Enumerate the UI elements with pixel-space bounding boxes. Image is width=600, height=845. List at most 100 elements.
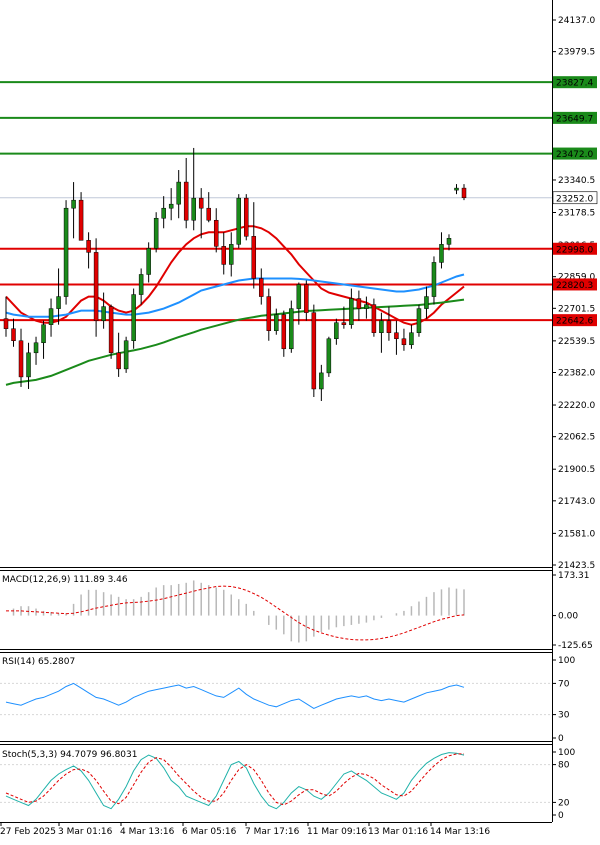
rsi-tick-label-0: 100 [558,656,575,666]
candle-body-0 [3,318,9,329]
candle-body-45 [341,322,347,325]
candle-17 [131,288,136,349]
candle-body-13 [101,306,106,321]
candle-body-58 [439,244,444,263]
candle-body-39 [296,284,302,309]
price-tick-label-16: 21581.0 [558,529,595,539]
price-tick-label-17: 21423.5 [558,561,595,571]
candle-43 [326,336,332,377]
candle-body-26 [198,197,204,209]
price-tick-label-14: 21900.5 [558,465,595,475]
candle-38 [289,300,294,353]
stoch-tick-label-2: 20 [558,798,570,808]
price-tick-label-1: 23979.5 [558,48,595,58]
candle-body-21 [161,207,166,219]
candle-32 [244,194,249,241]
price-tick-label-12: 22220.0 [558,401,595,411]
candle-8 [63,200,69,305]
rsi-title: RSI(14) 65.2807 [2,657,75,667]
candle-31 [236,194,242,249]
current-price-label: 23252.0 [556,194,593,204]
time-label-4: 7 Mar 17:16 [245,827,300,837]
candle-body-10 [78,199,84,241]
green-level-label-3: 23472.0 [556,150,593,160]
candle-16 [123,336,129,373]
candle-body-5 [41,324,46,344]
candle-body-57 [431,262,437,297]
candle-body-29 [221,246,226,265]
candle-20 [153,212,159,253]
candle-body-25 [191,197,196,221]
time-label-7: 14 Mar 13:16 [430,827,490,837]
rsi-tick-label-1: 70 [558,679,570,689]
stoch-title: Stoch(5,3,3) 94.7079 96.8031 [2,750,137,760]
candle-body-41 [311,312,317,390]
candle-body-7 [56,296,61,309]
candle-body-17 [131,294,136,342]
green-level-label-2: 23649.7 [556,114,593,124]
candle-body-24 [183,181,189,221]
candle-body-40 [304,284,309,313]
candle-55 [416,304,422,337]
candle-body-53 [401,338,407,346]
time-label-3: 6 Mar 05:16 [182,827,237,837]
stoch-tick-label-1: 80 [558,761,570,771]
candle-body-16 [123,340,129,370]
candle-body-28 [213,219,219,247]
chart-root: 24137.023979.523814.623649.723472.023340… [0,0,600,841]
time-label-1: 3 Mar 01:16 [58,827,113,837]
candle-body-54 [409,332,414,346]
candle-body-11 [86,240,91,253]
candle-body-36 [274,314,279,331]
candle-body-9 [71,199,76,209]
level-labels: 23827.4 23649.7 23472.0 22998.0 22820.3 … [552,76,598,327]
candle-body-3 [26,352,31,378]
time-label-6: 13 Mar 01:16 [368,827,428,837]
macd-tick-label-2: -125.65 [558,641,593,651]
candle-body-8 [63,207,69,297]
red-level-label-2: 22820.3 [556,281,593,291]
candle-body-2 [18,340,24,378]
price-tick-label-0: 24137.0 [558,16,595,26]
price-tick-label-6: 23178.5 [558,209,595,219]
candle-body-12 [93,252,99,321]
candle-body-20 [153,217,159,249]
candle-body-42 [319,372,324,390]
candle-body-56 [424,296,429,309]
candle-body-46 [349,298,354,325]
candle-body-50 [379,320,384,333]
candle-body-61 [461,187,467,199]
price-tick-label-10: 22539.5 [558,337,595,347]
candle-body-30 [228,244,234,265]
candle-body-15 [116,352,121,370]
candle-body-47 [356,298,362,309]
time-label-0: 27 Feb 2025 [0,827,56,837]
candle-body-33 [251,236,257,279]
candle-41 [311,304,317,397]
macd-title: MACD(12,26,9) 111.89 3.46 [2,575,128,585]
candle-body-4 [33,342,39,354]
time-label-5: 11 Mar 09:16 [307,827,367,837]
macd-tick-label-1: 0.00 [558,612,578,622]
candle-body-31 [236,197,242,245]
candle-body-44 [334,322,339,339]
candle-body-59 [446,238,452,245]
candle-body-52 [394,332,399,339]
candle-body-49 [371,304,377,333]
candle-14 [108,304,114,359]
candle-body-35 [266,296,272,331]
price-tick-label-9: 22701.5 [558,304,595,314]
candle-body-23 [176,181,181,205]
candle-body-34 [259,278,264,297]
candle-body-43 [326,338,332,374]
candle-body-55 [416,308,422,333]
chart-svg: 24137.023979.523814.623649.723472.023340… [0,0,600,841]
price-tick-label-11: 22382.0 [558,368,595,378]
price-tick-label-15: 21743.0 [558,497,595,507]
rsi-tick-label-3: 0 [558,734,564,744]
candle-body-14 [108,306,114,354]
candle-body-38 [289,308,294,350]
time-label-2: 4 Mar 13:16 [120,827,175,837]
candle-body-22 [168,203,174,209]
candle-body-1 [11,328,16,342]
